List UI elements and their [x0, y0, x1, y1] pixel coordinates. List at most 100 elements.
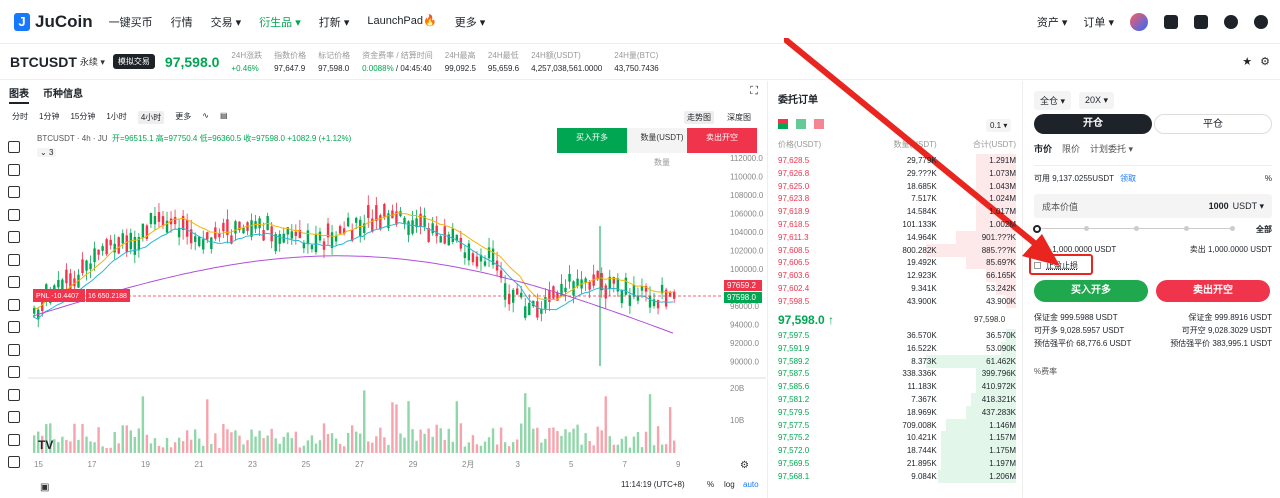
- symbol[interactable]: BTCUSDT: [10, 54, 77, 70]
- bids-only-icon[interactable]: [796, 119, 806, 129]
- volume-bar: [423, 433, 426, 453]
- orders-menu[interactable]: 订单 ▾: [1083, 14, 1114, 30]
- ask-row[interactable]: 97,608.5 800.282K 885.???K: [778, 243, 1016, 257]
- nav-item-0[interactable]: 一键买币: [109, 14, 153, 30]
- bid-row[interactable]: 97,579.5 18.969K 437.283K: [778, 405, 1016, 419]
- ask-row[interactable]: 97,626.8 29.???K 1.073M: [778, 166, 1016, 180]
- candlestick-chart[interactable]: 112000.0 110000.0 108000.0 106000.0 104000.0…: [0, 81, 766, 498]
- volume-bar: [668, 407, 672, 453]
- bid-row[interactable]: 97,597.5 36.570K 36.570K: [778, 329, 1016, 342]
- candle-body: [57, 279, 60, 288]
- volume-bar: [580, 444, 583, 453]
- volume-bar: [246, 440, 249, 453]
- ask-row[interactable]: 97,598.5 43.900K 43.900K: [778, 294, 1016, 308]
- ask-row[interactable]: 97,603.6 12.923K 66.165K: [778, 269, 1016, 283]
- amount-slider[interactable]: 全部: [1033, 224, 1272, 235]
- volume-bar: [624, 436, 628, 453]
- candle-body: [628, 295, 632, 306]
- candle-body: [584, 278, 587, 283]
- volume-bar: [230, 432, 233, 453]
- ask-row[interactable]: 97,618.9 14.584K 1.017M: [778, 205, 1016, 219]
- price-step-select[interactable]: 0.1 ▾: [986, 119, 1012, 132]
- buy-long-button[interactable]: 买入开多: [1034, 280, 1148, 302]
- bid-row[interactable]: 97,591.9 16.522K 53.090K: [778, 341, 1016, 355]
- ask-row[interactable]: 97,618.5 101.133K 1.002M: [778, 218, 1016, 231]
- avatar[interactable]: [1130, 12, 1148, 31]
- slider-handle[interactable]: [1033, 225, 1041, 233]
- pct-scale[interactable]: %: [707, 480, 714, 489]
- cost-value-input[interactable]: 成本价值 1000 USDT ▾: [1034, 194, 1272, 218]
- bid-row[interactable]: 97,569.5 21.895K 1.197M: [778, 457, 1016, 470]
- bid-row[interactable]: 97,572.0 18.744K 1.175M: [778, 444, 1016, 458]
- candle-body: [125, 235, 128, 252]
- orderbook-title: 委托订单: [778, 95, 818, 106]
- bid-row[interactable]: 97,589.2 8.373K 61.462K: [778, 354, 1016, 368]
- claim-link[interactable]: 领取: [1120, 173, 1136, 184]
- download-icon[interactable]: [1194, 14, 1208, 29]
- globe-icon[interactable]: [1224, 14, 1238, 29]
- leverage-select[interactable]: 20X ▾: [1079, 92, 1115, 109]
- assets-menu[interactable]: 资产 ▾: [1037, 14, 1068, 30]
- demo-badge: 模拟交易: [112, 54, 155, 69]
- candle-body: [524, 306, 527, 318]
- volume-bar: [447, 428, 450, 453]
- divider: [1034, 165, 1272, 166]
- stat-3: 资金费率 / 结算时间 0.0088% / 04:45:40: [362, 51, 433, 73]
- volume-bar: [367, 441, 370, 453]
- ask-row[interactable]: 97,628.5 29,779K 1.291M: [778, 154, 1016, 167]
- nav-item-5[interactable]: LaunchPad🔥: [367, 14, 436, 30]
- volume-bar: [117, 443, 120, 453]
- volume-bar: [302, 445, 306, 453]
- bid-row[interactable]: 97,575.2 10.421K 1.157M: [778, 431, 1016, 445]
- contract-type[interactable]: 永续 ▾: [80, 55, 105, 68]
- logo[interactable]: J JuCoin: [14, 12, 93, 32]
- asks-only-icon[interactable]: [814, 119, 824, 129]
- percent-toggle[interactable]: %: [1265, 174, 1272, 183]
- bid-row[interactable]: 97,587.5 338.336K 399.796K: [778, 367, 1016, 381]
- bid-row[interactable]: 97,577.5 709.008K 1.146M: [778, 418, 1016, 432]
- margin-mode-select[interactable]: 全仓 ▾: [1034, 91, 1072, 110]
- star-icon[interactable]: ★: [1242, 55, 1252, 68]
- ask-row[interactable]: 97,606.5 19.492K 85.69?K: [778, 256, 1016, 270]
- candle-body: [435, 225, 438, 237]
- fee-rate-link[interactable]: %费率: [1034, 366, 1272, 377]
- nav-item-3[interactable]: 衍生品 ▾: [259, 14, 301, 30]
- bell-icon[interactable]: [1164, 14, 1178, 29]
- volume-bar: [65, 439, 68, 453]
- all-button[interactable]: 全部: [1256, 224, 1272, 235]
- ask-row[interactable]: 97,611.3 14.964K 901.???K: [778, 230, 1016, 244]
- nav-item-4[interactable]: 打新 ▾: [319, 14, 350, 30]
- volume-bar: [511, 442, 515, 453]
- open-position-tab[interactable]: 开仓: [1034, 114, 1152, 134]
- bid-row[interactable]: 97,581.2 7.367K 418.321K: [778, 393, 1016, 406]
- both-sides-icon[interactable]: [778, 119, 788, 129]
- candle-body: [222, 222, 225, 232]
- volume-bar: [652, 445, 656, 453]
- unit-select[interactable]: USDT ▾: [1233, 201, 1264, 212]
- auto-scale[interactable]: auto: [743, 480, 759, 489]
- order-type-plan[interactable]: 计划委托 ▾: [1090, 142, 1133, 155]
- orderbook-headers: 价格(USDT) 数量(USDT) 合计(USDT): [778, 140, 1016, 149]
- dark-mode-icon[interactable]: [1254, 14, 1268, 29]
- sell-short-button[interactable]: 卖出开空: [1156, 280, 1270, 302]
- volume-bar: [350, 425, 354, 453]
- candle-body: [173, 216, 177, 225]
- settings-icon[interactable]: ⚙: [1260, 55, 1270, 68]
- ask-row[interactable]: 97,625.0 18.685K 1.043M: [778, 179, 1016, 193]
- close-position-tab[interactable]: 平仓: [1154, 114, 1272, 134]
- volume-bar: [439, 428, 442, 453]
- nav-item-1[interactable]: 行情: [171, 14, 193, 30]
- volume-bar: [411, 429, 414, 453]
- nav-item-2[interactable]: 交易 ▾: [211, 14, 242, 30]
- bid-row[interactable]: 97,585.6 11.183K 410.972K: [778, 380, 1016, 394]
- nav-item-6[interactable]: 更多 ▾: [455, 14, 486, 30]
- candle-body: [652, 299, 656, 306]
- ask-row[interactable]: 97,623.8 7.517K 1.024M: [778, 192, 1016, 206]
- order-type-market[interactable]: 市价: [1034, 142, 1052, 155]
- volume-bar: [238, 435, 241, 453]
- ask-row[interactable]: 97,602.4 9.341K 53.242K: [778, 282, 1016, 295]
- log-scale[interactable]: log: [724, 480, 735, 489]
- trade-panel: 全仓 ▾ 20X ▾ 开仓 平仓 市价 限价 计划委托 ▾ 可用 9,137.0…: [1024, 81, 1280, 498]
- order-type-limit[interactable]: 限价: [1062, 142, 1080, 155]
- bid-row[interactable]: 97,568.1 9.084K 1.206M: [778, 469, 1016, 483]
